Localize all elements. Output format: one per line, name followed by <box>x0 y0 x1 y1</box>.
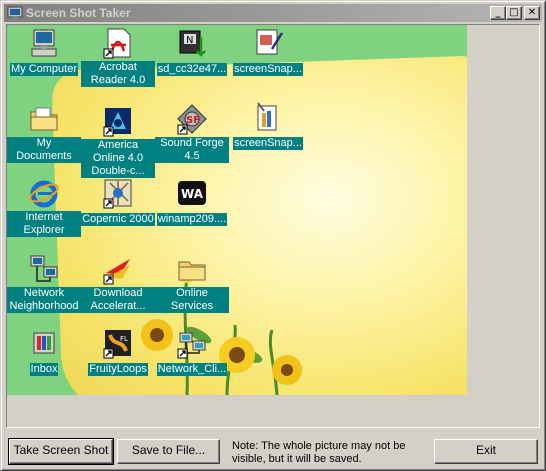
desktop-icon-internet-explorer[interactable]: Internet Explorer <box>7 177 81 238</box>
svg-text:SF: SF <box>186 115 200 126</box>
desktop-icon-network-neighborhood[interactable]: Network Neighborhood <box>7 253 81 314</box>
desktop-icon-label: My Computer <box>9 63 79 76</box>
take-screen-shot-button[interactable]: Take Screen Shot <box>8 438 114 465</box>
maximize-button[interactable]: □ <box>506 6 522 20</box>
computer-icon <box>31 29 57 57</box>
desktop-icon-network-client[interactable]: Network_Cli... <box>155 327 229 377</box>
desktop-icon-label: screenSnap... <box>233 137 303 150</box>
minimize-button[interactable]: _ <box>490 6 506 20</box>
maximize-icon: □ <box>509 7 519 18</box>
desktop-icon-my-documents[interactable]: My Documents <box>7 103 81 164</box>
internet-explorer-icon <box>29 180 59 208</box>
copernic-icon <box>103 179 132 209</box>
note-text: Note: The whole picture may not be visib… <box>232 440 406 465</box>
desktop-icon-label: Copernic 2000 <box>81 213 155 226</box>
close-button[interactable]: ✕ <box>524 6 540 20</box>
winamp-icon: WA <box>178 181 206 205</box>
svg-text:FL: FL <box>120 335 128 343</box>
installer-icon: N <box>179 30 206 57</box>
desktop-icon-sound-forge[interactable]: SF Sound Forge 4.5 <box>155 103 229 164</box>
desktop-icon-label: Download Accelerat... <box>81 287 155 313</box>
screen-shot-taker-window: Screen Shot Taker _ □ ✕ My Computer Acro… <box>0 0 546 471</box>
desktop-icon-screensnap[interactable]: screenSnap... <box>231 27 305 77</box>
exit-button[interactable]: Exit <box>434 439 538 464</box>
save-to-file-button[interactable]: Save to File... <box>117 439 220 464</box>
desktop-icon-label: Online Services <box>155 287 229 313</box>
svg-text:WA: WA <box>181 187 204 201</box>
minimize-icon: _ <box>495 7 501 18</box>
aol-icon <box>103 108 131 137</box>
desktop-icon-label: Inbox <box>29 363 59 376</box>
desktop-icon-winamp[interactable]: WA winamp209.... <box>155 177 229 227</box>
inbox-icon <box>33 332 55 354</box>
desktop-icon-online-services[interactable]: Online Services <box>155 253 229 314</box>
desktop-icon-america-online[interactable]: America Online 4.0 Double-c... <box>81 105 155 179</box>
download-accelerator-icon <box>103 259 130 285</box>
close-icon: ✕ <box>527 7 537 18</box>
window-title: Screen Shot Taker <box>26 6 131 20</box>
desktop-icon-label: Acrobat Reader 4.0 <box>81 61 155 87</box>
screensnap-icon <box>256 29 284 55</box>
fruityloops-icon: FL <box>103 330 131 359</box>
network-client-icon <box>177 332 206 359</box>
desktop-icon-sd-installer[interactable]: N sd_cc32e47... <box>155 27 229 77</box>
desktop-icon-label: Internet Explorer <box>7 211 81 237</box>
desktop-icon-download-accelerator[interactable]: Download Accelerat... <box>81 253 155 314</box>
desktop-icon-label: Sound Forge 4.5 <box>155 137 229 163</box>
desktop-icon-label: screenSnap... <box>233 63 303 76</box>
title-bar[interactable]: Screen Shot Taker _ □ ✕ <box>4 4 542 22</box>
desktop-icon-my-computer[interactable]: My Computer <box>7 27 81 77</box>
desktop-icon-label: America Online 4.0 Double-c... <box>81 139 155 178</box>
screenshot-viewport[interactable]: My Computer Acrobat Reader 4.0 N sd_cc32… <box>6 24 540 428</box>
desktop-icon-label: Network_Cli... <box>156 363 228 376</box>
screensnap-paint-icon <box>257 102 277 131</box>
desktop-icon-label: sd_cc32e47... <box>156 63 228 76</box>
folder-icon <box>30 107 58 131</box>
desktop-icon-fruityloops[interactable]: FL FruityLoops <box>81 327 155 377</box>
acrobat-icon <box>103 28 131 59</box>
desktop-icon-acrobat-reader[interactable]: Acrobat Reader 4.0 <box>81 27 155 88</box>
network-icon <box>30 255 58 282</box>
folder-icon <box>178 261 206 281</box>
desktop-icon-label: Network Neighborhood <box>7 287 81 313</box>
desktop-icon-label: winamp209.... <box>156 213 228 226</box>
app-icon <box>7 5 23 21</box>
soundforge-icon: SF <box>177 104 207 135</box>
desktop-icon-label: My Documents <box>7 137 81 163</box>
desktop-icon-label: FruityLoops <box>88 363 148 376</box>
svg-text:N: N <box>186 35 193 46</box>
desktop-icon-screensnap-2[interactable]: screenSnap... <box>231 101 305 151</box>
desktop-icon-inbox[interactable]: Inbox <box>7 327 81 377</box>
desktop-icon-copernic[interactable]: Copernic 2000 <box>81 177 155 227</box>
captured-desktop-image: My Computer Acrobat Reader 4.0 N sd_cc32… <box>7 25 467 395</box>
